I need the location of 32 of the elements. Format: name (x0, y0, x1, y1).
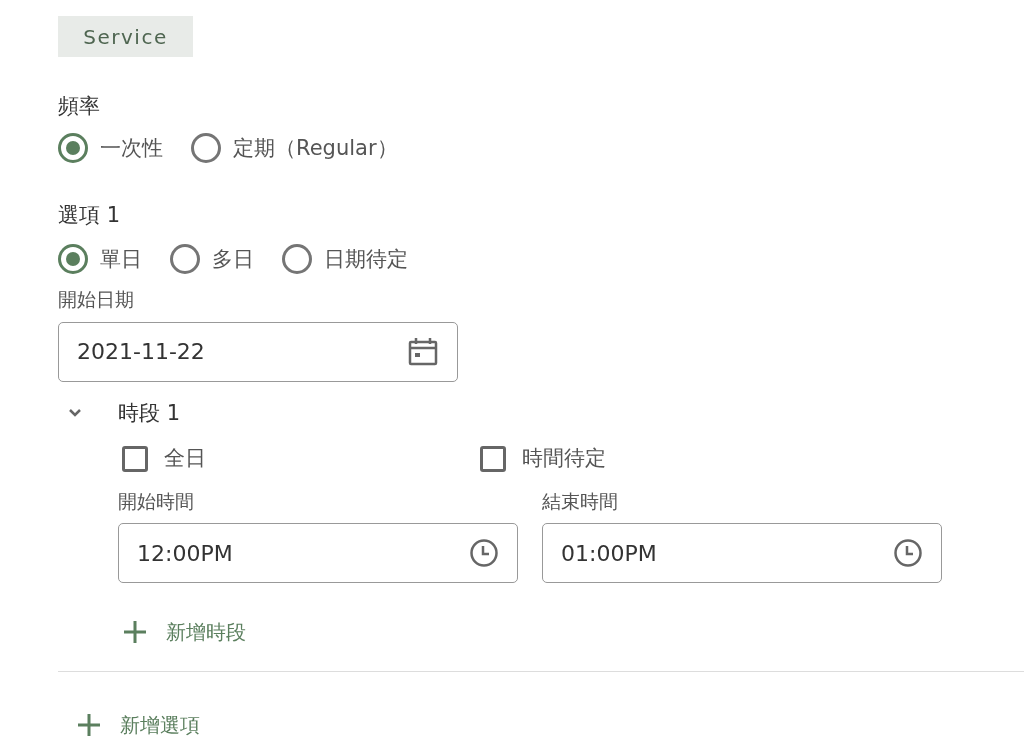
radio-icon (282, 244, 312, 275)
add-option-button[interactable]: 新增選項 (78, 710, 200, 740)
radio-option[interactable]: 多日 (170, 243, 254, 275)
checkbox-option[interactable]: 全日 (122, 443, 476, 475)
clock-icon (469, 538, 499, 568)
radio-option[interactable]: 定期（Regular） (191, 132, 398, 164)
radio-icon (58, 244, 88, 275)
section-label: 選項 1 (58, 202, 122, 229)
calendar-icon (407, 335, 439, 368)
radio-icon (191, 133, 221, 164)
time-field[interactable]: 12:00PM (118, 523, 518, 583)
field-label: 開始日期 (58, 287, 135, 312)
radio-option[interactable]: 單日 (58, 243, 142, 275)
service-tag: Service (58, 16, 193, 57)
radio-option[interactable]: 一次性 (58, 132, 163, 164)
plus-icon (78, 714, 100, 736)
clock-icon (893, 538, 923, 568)
time-field[interactable]: 01:00PM (542, 523, 942, 583)
radio-icon (58, 133, 88, 164)
time-slot-title: 時段 1 (118, 399, 181, 427)
field-label: 結束時間 (542, 488, 619, 514)
radio-option[interactable]: 日期待定 (282, 243, 408, 275)
field-label: 開始時間 (118, 488, 195, 514)
radio-icon (170, 244, 200, 275)
checkbox-icon (480, 445, 506, 472)
date-field[interactable]: 2021-11-22 (58, 321, 458, 382)
checkbox-icon (122, 445, 148, 472)
chevron-icon (68, 408, 82, 419)
plus-icon (124, 621, 146, 643)
section-label: 頻率 (58, 93, 101, 120)
add-time-slot-button[interactable]: 新增時段 (124, 617, 246, 647)
checkbox-option[interactable]: 時間待定 (480, 443, 834, 475)
